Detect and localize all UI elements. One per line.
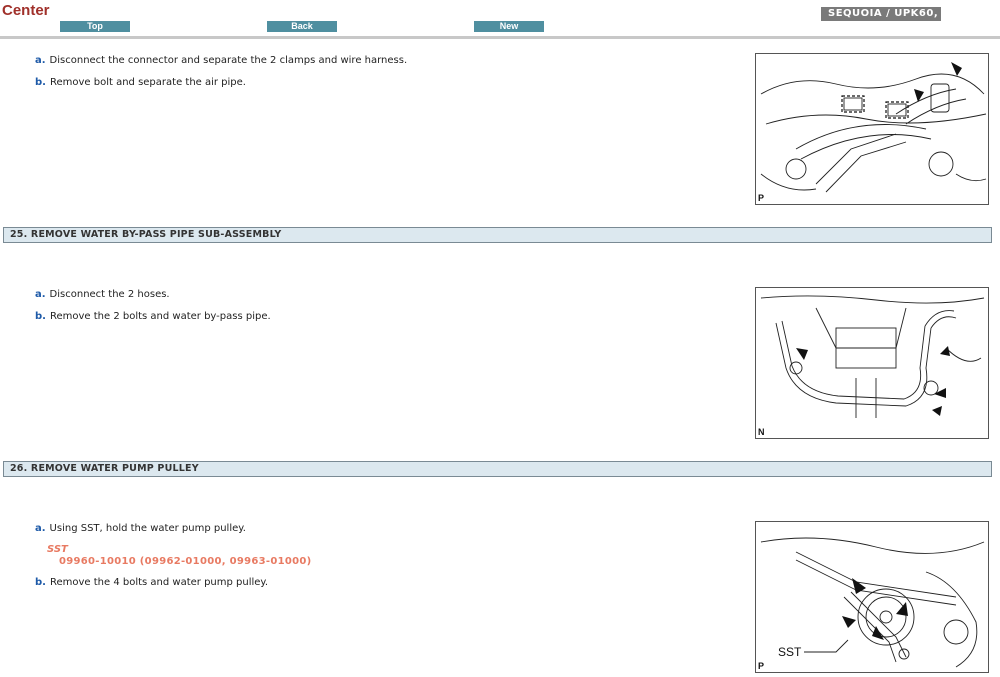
back-button[interactable]: Back	[267, 21, 337, 32]
figure-water-pump-pulley: SST P	[755, 521, 989, 673]
step-text: Disconnect the 2 hoses.	[49, 289, 170, 300]
step-letter: b.	[35, 77, 46, 88]
top-bar: Center Top Back New SEQUOIA / UPK60,	[0, 0, 1000, 38]
step-b: b. Remove bolt and separate the air pipe.	[35, 77, 246, 88]
figure-label: P	[758, 661, 765, 671]
section-heading-26: 26. REMOVE WATER PUMP PULLEY	[3, 461, 992, 477]
sst-callout: SST	[778, 645, 802, 659]
water-pump-pulley-illustration: SST	[760, 537, 985, 668]
new-button[interactable]: New	[474, 21, 544, 32]
step-letter: b.	[35, 577, 46, 588]
step-letter: b.	[35, 311, 46, 322]
step-text: Disconnect the connector and separate th…	[49, 55, 408, 66]
step-text: Remove the 4 bolts and water pump pulley…	[49, 577, 269, 588]
bypass-pipe-illustration	[760, 295, 985, 418]
step-b: b. Remove the 4 bolts and water pump pull…	[35, 577, 268, 588]
section-heading-25: 25. REMOVE WATER BY-PASS PIPE SUB-ASSEMB…	[3, 227, 992, 243]
step-text: Remove the 2 bolts and water by-pass pip…	[49, 311, 271, 322]
step-text: Remove bolt and separate the air pipe.	[49, 77, 246, 88]
step-letter: a.	[35, 523, 46, 534]
figure-label: N	[758, 427, 765, 437]
figure-label: P	[758, 193, 765, 203]
page-title: Center	[2, 2, 50, 19]
step-letter: a.	[35, 55, 46, 66]
model-badge: SEQUOIA / UPK60,	[821, 7, 941, 21]
figure-bypass-pipe: N	[755, 287, 989, 439]
sst-code[interactable]: 09960-10010 (09962-01000, 09963-01000)	[59, 556, 312, 567]
step-text: Using SST, hold the water pump pulley.	[49, 523, 246, 534]
header-divider	[0, 36, 1000, 39]
top-button[interactable]: Top	[60, 21, 130, 32]
air-pipe-illustration	[760, 62, 987, 193]
step-a: a. Using SST, hold the water pump pulley.	[35, 523, 246, 534]
step-a: a. Disconnect the 2 hoses.	[35, 289, 170, 300]
figure-air-pipe: P	[755, 53, 989, 205]
step-a: a. Disconnect the connector and separate …	[35, 55, 407, 66]
step-b: b. Remove the 2 bolts and water by-pass p…	[35, 311, 271, 322]
sst-label: SST	[47, 544, 68, 555]
step-letter: a.	[35, 289, 46, 300]
